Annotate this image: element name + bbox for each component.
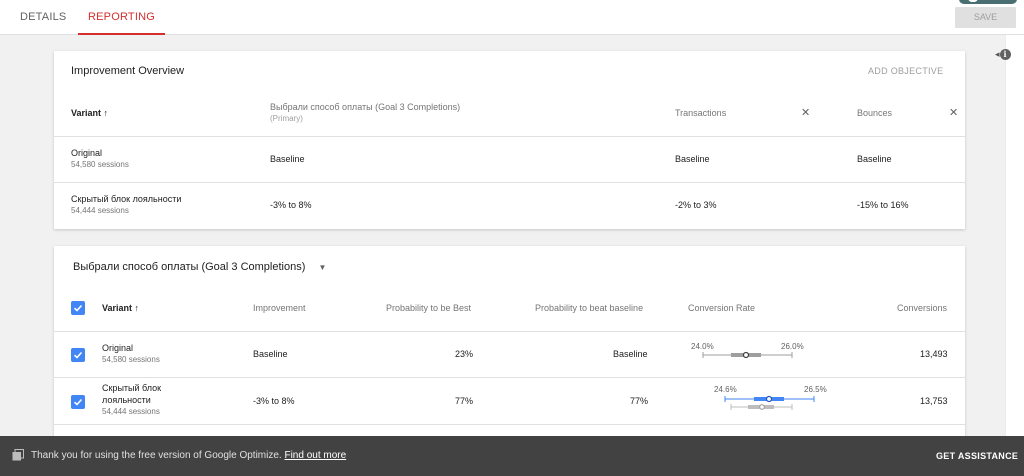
conv-rate-header: Conversion Rate [688,303,756,313]
conversions-header: Conversions [897,303,948,313]
divider [54,424,965,425]
add-objective-button[interactable]: ADD OBJECTIVE [868,66,943,76]
variant-name-line1: Скрытый блок [102,383,162,393]
info-icon: i [999,49,1011,61]
divider [54,136,965,137]
variant-name: Original [71,148,103,158]
checkbox-checked-icon [73,398,83,406]
prob-best-value: 77% [455,396,474,406]
prob-beat-value: 77% [630,396,649,406]
prob-best-value: 23% [455,349,474,359]
improvement-header: Improvement [253,303,306,313]
divider [54,377,965,378]
transactions-value: -2% to 3% [675,200,717,210]
conversion-range-bar [702,351,793,359]
close-icon[interactable]: ✕ [949,106,958,119]
goal-value: Baseline [270,154,305,164]
conversions-value: 13,493 [920,349,948,359]
feedback-icon [12,449,24,461]
improvement-value: -3% to 8% [253,396,295,406]
bounces-value: -15% to 16% [857,200,909,210]
toggle-switch[interactable] [959,0,1017,4]
banner-message: Thank you for using the free version of … [31,450,347,461]
dropdown-arrow-icon: ▼ [318,263,327,272]
bounces-value: Baseline [857,154,892,164]
select-all-checkbox[interactable] [71,301,85,315]
variant-name: Скрытый блок лояльности [71,194,182,204]
range-high-label: 26.5% [804,385,827,394]
card-title: Improvement Overview [71,65,185,77]
objective-selector[interactable]: Выбрали способ оплаты (Goal 3 Completion… [73,261,326,273]
objective-detail-card: Выбрали способ оплаты (Goal 3 Completion… [54,246,965,446]
scrollbar[interactable] [1005,35,1024,436]
checkbox-checked-icon [73,304,83,312]
transactions-column-header: Transactions [675,108,727,118]
tab-details[interactable]: DETAILS [20,0,66,35]
row-checkbox[interactable] [71,395,85,409]
variant-sort-header[interactable]: Variant ↑ [102,303,139,313]
sort-up-arrow-icon: ↑ [134,303,140,313]
bounces-column-header: Bounces [857,108,893,118]
range-low-label: 24.6% [714,385,737,394]
sort-up-arrow-icon: ↑ [103,108,109,118]
info-panel-toggle[interactable]: ◂ i [995,49,1011,61]
divider [54,331,965,332]
save-button[interactable]: SAVE [955,7,1016,28]
row-checkbox[interactable] [71,348,85,362]
top-bar: DETAILS REPORTING SAVE [0,0,1024,35]
checkbox-checked-icon [73,351,83,359]
find-out-more-link[interactable]: Find out more [284,450,346,461]
variant-sessions: 54,444 sessions [71,206,129,215]
variant-sort-header[interactable]: Variant ↑ [71,108,108,118]
variant-sessions: 54,580 sessions [102,355,160,364]
divider [54,182,965,183]
close-icon[interactable]: ✕ [801,106,810,119]
free-version-banner: Thank you for using the free version of … [0,436,1024,476]
goal-column-primary: (Primary) [270,114,303,123]
chevron-left-icon: ◂ [995,49,1000,59]
variant-name: Original [102,343,134,353]
improvement-overview-card: Improvement Overview ADD OBJECTIVE Varia… [54,51,965,229]
conversions-value: 13,753 [920,396,948,406]
prob-best-header: Probability to be Best [386,303,472,313]
transactions-value: Baseline [675,154,710,164]
prob-beat-value: Baseline [613,349,648,359]
variant-name-line2: лояльности [102,395,151,405]
improvement-value: Baseline [253,349,288,359]
goal-value: -3% to 8% [270,200,312,210]
prob-beat-header: Probability to beat baseline [535,303,644,313]
goal-column-header: Выбрали способ оплаты (Goal 3 Completion… [270,102,461,112]
variant-sessions: 54,444 sessions [102,407,160,416]
get-assistance-button[interactable]: GET ASSISTANCE [936,451,1018,461]
variant-sessions: 54,580 sessions [71,160,129,169]
tab-reporting[interactable]: REPORTING [78,0,165,35]
conversion-range-bar [724,395,815,410]
